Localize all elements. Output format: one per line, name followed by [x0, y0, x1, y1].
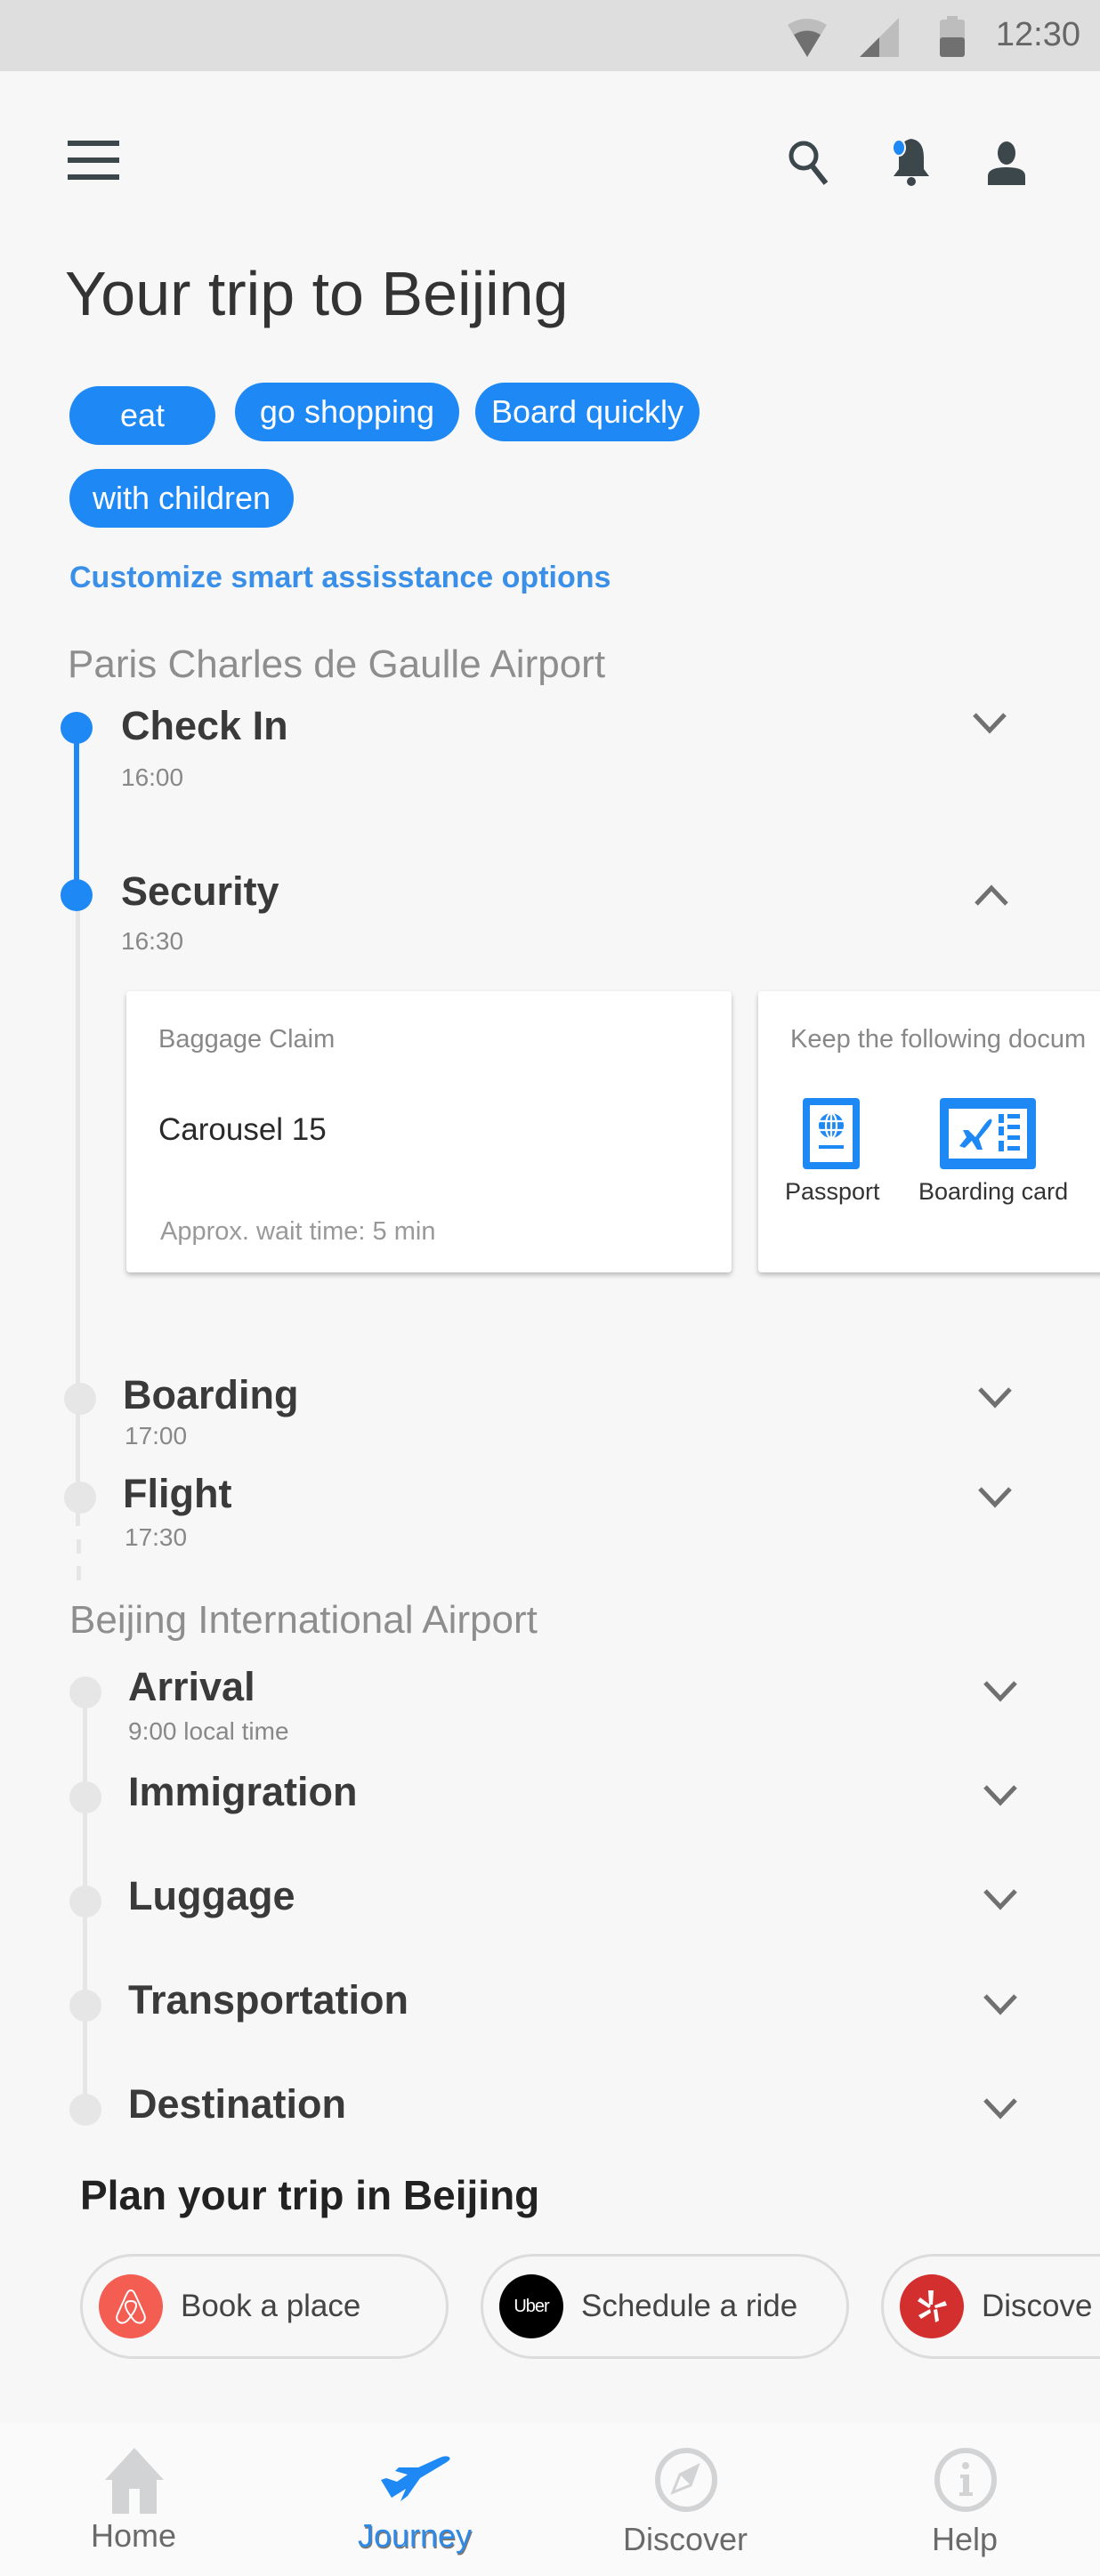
card-footer: Approx. wait time: 5 min — [160, 1217, 436, 1246]
step-title-boarding[interactable]: Boarding — [123, 1372, 299, 1418]
yelp-logo — [900, 2274, 964, 2338]
compass-icon — [655, 2448, 717, 2512]
step-time-flight: 17:30 — [125, 1523, 188, 1551]
chevron-down-icon[interactable] — [977, 1486, 1013, 1509]
timeline-progress-line — [74, 728, 79, 897]
chip-label: Schedule a ride — [581, 2289, 798, 2323]
timeline-dash — [77, 1566, 81, 1580]
chevron-down-icon[interactable] — [983, 1680, 1018, 1703]
step-dot-arrival — [69, 1676, 101, 1708]
chevron-up-icon[interactable] — [974, 884, 1009, 907]
airbnb-logo — [99, 2274, 163, 2338]
account-icon[interactable] — [984, 141, 1029, 185]
step-title-destination[interactable]: Destination — [128, 2081, 346, 2128]
nav-label: Help — [931, 2521, 999, 2557]
notification-badge — [892, 139, 906, 157]
step-dot-immigration — [69, 1781, 101, 1813]
timeline-dash — [77, 1539, 81, 1554]
documents-card[interactable]: Keep the following docum Passport Boardi… — [758, 991, 1100, 1272]
step-dot-flight — [64, 1482, 96, 1514]
passport-icon — [803, 1098, 860, 1169]
notification-bell-icon[interactable] — [886, 135, 936, 187]
step-time-check-in: 16:00 — [121, 763, 184, 791]
document-label-passport: Passport — [785, 1178, 880, 1205]
chevron-down-icon[interactable] — [983, 2097, 1018, 2120]
info-icon — [934, 2448, 997, 2512]
chip-label: Discove — [982, 2289, 1093, 2323]
nav-discover[interactable]: Discover — [596, 2423, 774, 2576]
step-title-check-in[interactable]: Check In — [121, 703, 288, 749]
plan-section-title: Plan your trip in Beijing — [80, 2172, 540, 2218]
document-label-boarding-card: Boarding card — [918, 1178, 1069, 1205]
step-dot-transportation — [69, 1990, 101, 2022]
step-title-immigration[interactable]: Immigration — [128, 1769, 358, 1815]
step-title-transportation[interactable]: Transportation — [128, 1977, 408, 2023]
battery-icon — [940, 16, 965, 57]
clock: 12:30 — [995, 16, 1080, 53]
origin-airport-label: Paris Charles de Gaulle Airport — [68, 642, 606, 686]
home-icon — [105, 2448, 164, 2514]
nav-label: Journey — [357, 2517, 473, 2554]
boarding-pass-icon — [940, 1098, 1036, 1169]
cellular-signal-icon — [860, 18, 899, 57]
customize-assistance-link[interactable]: Customize smart assisstance options — [69, 561, 611, 595]
schedule-ride-chip[interactable]: Uber Schedule a ride — [481, 2254, 849, 2359]
tag-go-shopping[interactable]: go shopping — [235, 383, 459, 441]
search-icon[interactable] — [787, 137, 831, 187]
chevron-down-icon[interactable] — [983, 1993, 1018, 2016]
step-title-arrival[interactable]: Arrival — [128, 1664, 255, 1710]
hamburger-menu-icon[interactable] — [68, 141, 119, 180]
book-place-chip[interactable]: Book a place — [80, 2254, 449, 2359]
bottom-navigation: Home Journey Discover Help — [0, 2423, 1100, 2576]
step-dot-check-in — [61, 712, 93, 744]
chevron-down-icon[interactable] — [972, 712, 1007, 735]
page-title: Your trip to Beijing — [65, 259, 569, 328]
chevron-down-icon[interactable] — [983, 1888, 1018, 1911]
step-dot-boarding — [64, 1383, 96, 1415]
step-dot-luggage — [69, 1886, 101, 1918]
tag-board-quickly[interactable]: Board quickly — [475, 383, 700, 441]
step-dot-security — [61, 879, 93, 911]
step-time-security: 16:30 — [121, 927, 184, 955]
step-title-flight[interactable]: Flight — [123, 1471, 231, 1517]
uber-logo: Uber — [499, 2274, 563, 2338]
chevron-down-icon[interactable] — [977, 1386, 1013, 1409]
tag-with-children[interactable]: with children — [69, 469, 294, 528]
nav-label: Home — [90, 2517, 177, 2554]
chip-label: Book a place — [181, 2289, 361, 2323]
step-time-boarding: 17:00 — [125, 1422, 188, 1450]
destination-airport-label: Beijing International Airport — [69, 1598, 538, 1642]
discover-chip[interactable]: Discove — [881, 2254, 1100, 2359]
status-bar: 12:30 — [0, 0, 1100, 71]
step-title-luggage[interactable]: Luggage — [128, 1873, 295, 1919]
step-time-arrival: 9:00 local time — [128, 1717, 289, 1745]
timeline-line — [76, 903, 80, 1526]
tag-eat[interactable]: eat — [69, 386, 215, 445]
card-value: Carousel 15 — [158, 1112, 327, 1147]
nav-help[interactable]: Help — [876, 2423, 1054, 2576]
wifi-icon — [788, 19, 827, 57]
nav-journey[interactable]: Journey — [326, 2423, 504, 2576]
app-bar — [0, 71, 1100, 249]
nav-home[interactable]: Home — [44, 2423, 222, 2576]
step-dot-destination — [69, 2094, 101, 2126]
step-title-security[interactable]: Security — [121, 868, 279, 915]
baggage-claim-card[interactable]: Baggage Claim Carousel 15 Approx. wait t… — [126, 991, 732, 1272]
card-label: Keep the following docum — [790, 1025, 1087, 1054]
card-label: Baggage Claim — [158, 1025, 336, 1054]
nav-label: Discover — [622, 2521, 748, 2557]
airplane-icon — [381, 2456, 450, 2501]
chevron-down-icon[interactable] — [983, 1784, 1018, 1807]
